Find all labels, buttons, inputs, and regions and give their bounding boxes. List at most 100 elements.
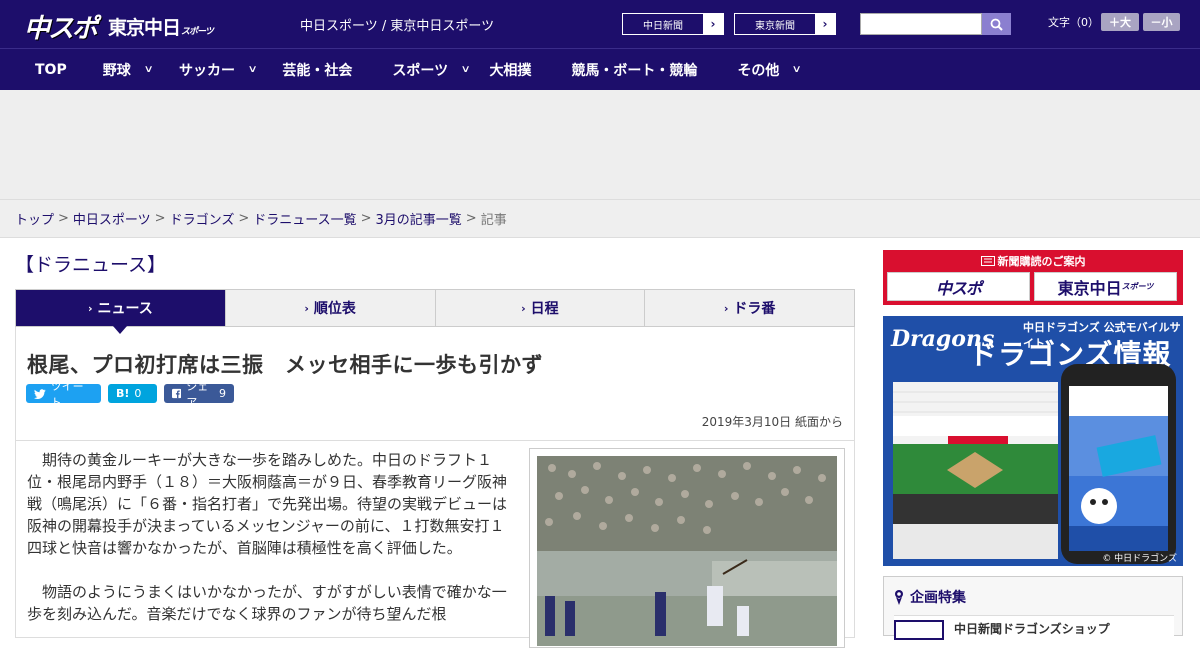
logo-tokyo-chunichi[interactable]: 東京中日スポーツ — [108, 13, 214, 40]
font-smaller-button[interactable]: －小 — [1143, 13, 1180, 31]
chevron-right-icon: › — [815, 14, 835, 34]
article-photo-frame[interactable] — [529, 448, 845, 648]
nav-label: スポーツ — [392, 62, 449, 79]
nav-item-sumo[interactable]: 大相撲 — [469, 60, 531, 80]
nav-label: その他 — [737, 62, 780, 79]
subscribe-chuspo-logo[interactable]: 中スポ — [887, 272, 1030, 301]
breadcrumb-chunichi-sports[interactable]: 中日スポーツ — [73, 209, 151, 228]
font-bigger-button[interactable]: ＋大 — [1101, 13, 1139, 31]
search-button[interactable] — [982, 13, 1011, 35]
tweet-button[interactable]: ツイート — [26, 380, 101, 409]
hatena-count: 0 — [134, 387, 142, 400]
nav-item-baseball[interactable]: 野球 ∨ — [67, 60, 154, 80]
chevron-right-icon: › — [703, 14, 723, 34]
section-title: 【ドラニュース】 — [15, 254, 167, 276]
chevron-down-icon: ∨ — [247, 64, 258, 75]
breadcrumb-separator: > — [154, 211, 166, 226]
facebook-share-button[interactable]: シェア 9 — [164, 380, 234, 409]
scoreboard-illustration — [893, 374, 1058, 559]
ad-banner-area — [0, 90, 1200, 200]
dragons-copyright: © 中日ドラゴンズ — [1102, 554, 1177, 564]
breadcrumb-current: 記事 — [480, 213, 507, 228]
newspaper-icon — [980, 256, 995, 266]
breadcrumb-separator: > — [238, 211, 250, 226]
article-photo[interactable] — [537, 456, 837, 646]
nav-item-other[interactable]: その他 ∨ — [697, 60, 802, 80]
logo-chuspo[interactable]: 中スポ — [24, 8, 98, 45]
ribbon-icon — [895, 590, 903, 605]
header-bar: 中スポ 東京中日スポーツ 中日スポーツ / 東京中日スポーツ 中日新聞 › 東京… — [0, 0, 1200, 48]
article-headline: 根尾、プロ初打席は三振 メッセ相手に一歩も引かず — [27, 353, 543, 377]
tab-dora-ban[interactable]: › ドラ番 — [644, 290, 854, 326]
facebook-label: シェア — [186, 379, 209, 409]
breadcrumb-separator: > — [360, 211, 372, 226]
hatena-icon: B! — [116, 387, 130, 400]
chevron-right-icon: › — [87, 301, 93, 315]
baseball-photo-illustration — [537, 456, 837, 646]
subscription-banner[interactable]: 新聞購読のご案内 中スポ 東京中日 スポーツ — [883, 250, 1183, 305]
breadcrumb-dora-news-list[interactable]: ドラニュース一覧 — [253, 209, 356, 228]
special-feature-thumbnail — [894, 620, 944, 640]
site-logo[interactable]: 中スポ 東京中日スポーツ — [24, 8, 214, 45]
tab-news[interactable]: › ニュース — [16, 290, 225, 334]
main-nav: TOP 野球 ∨ サッカー ∨ 芸能・社会 スポーツ ∨ 大相撲 競馬・ボート・競輪 … — [0, 48, 1200, 90]
share-buttons: ツイート B! 0 シェア 9 — [26, 380, 234, 409]
chevron-down-icon: ∨ — [460, 64, 471, 75]
article-header: 根尾、プロ初打席は三振 メッセ相手に一歩も引かず ツイート B! 0 シェア 9… — [15, 327, 855, 441]
special-features-box: 企画特集 中日新聞ドラゴンズショップ — [883, 576, 1183, 645]
breadcrumb-march-articles[interactable]: 3月の記事一覧 — [376, 209, 462, 228]
special-features-label: 企画特集 — [910, 590, 966, 606]
subscribe-tokyo-small: スポーツ — [1121, 282, 1154, 291]
dragons-mobile-ad[interactable]: Dragons 中日ドラゴンズ 公式モバイルサイト ドラゴンズ情報 © 中日ドラ… — [883, 316, 1183, 566]
nav-label: 芸能・社会 — [282, 62, 353, 79]
subscribe-chuspo-text: 中スポ — [935, 278, 982, 298]
special-feature-label: 中日新聞ドラゴンズショップ — [954, 622, 1110, 636]
logo-tokyo-small: スポーツ — [181, 27, 214, 37]
special-feature-item[interactable]: 中日新聞ドラゴンズショップ — [894, 615, 1174, 645]
search-icon — [990, 18, 1003, 31]
section-tabs: › ニュース › 順位表 › 日程 › ドラ番 — [15, 289, 855, 334]
subscription-title-text: 新聞購読のご案内 — [997, 255, 1086, 268]
subscribe-tokyo-text: 東京中日 — [1057, 278, 1122, 298]
chevron-down-icon: ∨ — [143, 64, 154, 75]
article-paragraph: 物語のようにうまくはいかなかったが、すがすがしい表情で確かな一歩を刻み込んだ。音… — [27, 583, 507, 623]
tab-label: 日程 — [530, 301, 559, 317]
nav-item-entertainment[interactable]: 芸能・社会 — [256, 60, 352, 80]
breadcrumb-dragons[interactable]: ドラゴンズ — [170, 209, 235, 228]
nav-label: 大相撲 — [489, 62, 532, 79]
nav-label: TOP — [35, 61, 67, 78]
breadcrumb: トップ > 中日スポーツ > ドラゴンズ > ドラニュース一覧 > 3月の記事一… — [0, 200, 1200, 238]
nav-item-soccer[interactable]: サッカー ∨ — [152, 60, 258, 80]
twitter-icon — [34, 388, 46, 399]
tab-schedule[interactable]: › 日程 — [434, 290, 645, 326]
chunichi-shimbun-link[interactable]: 中日新聞 › — [622, 13, 724, 35]
chunichi-shimbun-label: 中日新聞 — [643, 20, 683, 32]
sidebar: 新聞購読のご案内 中スポ 東京中日 スポーツ Dragons 中日ドラゴンズ 公式… — [883, 250, 1183, 645]
tab-standings[interactable]: › 順位表 — [224, 290, 435, 326]
facebook-icon — [172, 388, 182, 399]
hatena-bookmark-button[interactable]: B! 0 — [108, 384, 157, 403]
dragons-mascot-illustration — [1069, 386, 1168, 551]
tokyo-shimbun-link[interactable]: 東京新聞 › — [734, 13, 836, 35]
nav-item-racing[interactable]: 競馬・ボート・競輪 — [531, 60, 697, 80]
facebook-count: 9 — [219, 387, 226, 400]
breadcrumb-top[interactable]: トップ — [15, 209, 54, 228]
tab-label: ニュース — [97, 301, 153, 317]
article-paragraph: 期待の黄金ルーキーが大きな一歩を踏みしめた。中日のドラフト１位・根尾昂内野手（１… — [27, 451, 508, 557]
nav-label: 競馬・ボート・競輪 — [571, 62, 698, 79]
breadcrumb-separator: > — [58, 211, 69, 226]
phone-screen-illustration — [1069, 386, 1168, 551]
tweet-label: ツイート — [50, 379, 84, 409]
tab-label: 順位表 — [313, 301, 356, 317]
subscribe-tokyo-logo[interactable]: 東京中日 スポーツ — [1034, 272, 1177, 301]
article-body: 期待の黄金ルーキーが大きな一歩を踏みしめた。中日のドラフト１位・根尾昂内野手（１… — [15, 438, 855, 648]
subscription-logos: 中スポ 東京中日 スポーツ — [887, 272, 1177, 301]
search-input[interactable] — [860, 13, 982, 35]
dragons-ad-scoreboard — [893, 374, 1058, 559]
logo-tokyo-text: 東京中日 — [108, 17, 181, 39]
nav-item-sports[interactable]: スポーツ ∨ — [352, 60, 471, 80]
font-size-label: 文字（0） — [1048, 16, 1099, 29]
nav-item-top[interactable]: TOP — [0, 62, 67, 78]
subscription-title: 新聞購読のご案内 — [883, 250, 1183, 269]
site-name: 中日スポーツ / 東京中日スポーツ — [300, 19, 495, 34]
